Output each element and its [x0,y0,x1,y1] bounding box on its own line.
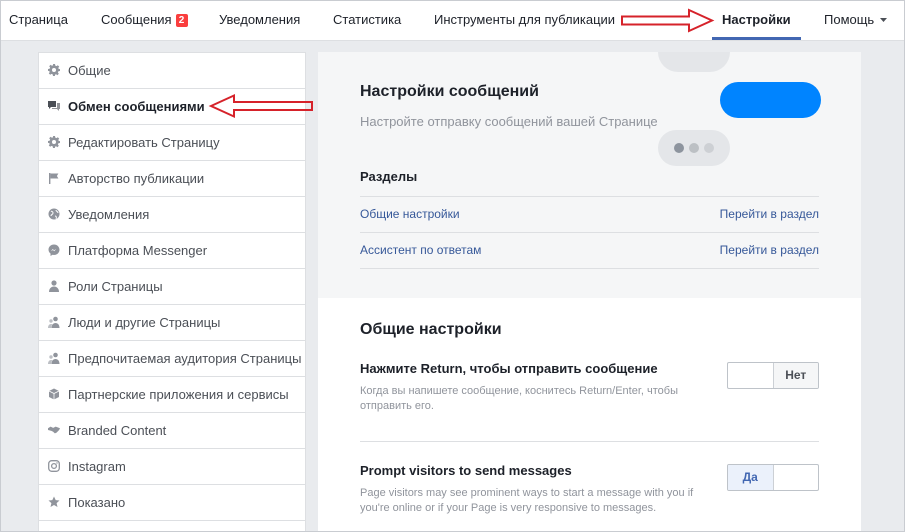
section-link-row: Общие настройки Перейти в раздел [360,206,819,222]
chat-icon [48,100,60,112]
sidebar-item-label: Партнерские приложения и сервисы [68,387,289,402]
tab-label: Сообщения [101,12,172,27]
setting-title: Prompt visitors to send messages [360,463,572,478]
sidebar-item-instagram[interactable]: Instagram [39,449,305,485]
tab-page[interactable]: Страница [9,0,68,40]
tab-statistics[interactable]: Статистика [333,0,401,40]
sidebar-item-messenger-platform[interactable]: Платформа Messenger [39,233,305,269]
page-frame: Страница Сообщения 2 Уведомления Статисти… [0,0,905,532]
sidebar-item-edit-page[interactable]: Редактировать Страницу [39,125,305,161]
section-link-response-assistant[interactable]: Ассистент по ответам [360,242,481,258]
sidebar-item-featured[interactable]: Показано [39,485,305,521]
setting-description: Когда вы напишете сообщение, коснитесь R… [360,385,678,412]
sidebar-item-people-and-pages[interactable]: Люди и другие Страницы [39,305,305,341]
sidebar-item-label: Уведомления [68,207,150,222]
flag-icon [48,172,60,184]
sidebar-item-label: Обмен сообщениями [68,99,205,114]
settings-sidebar: Общие Обмен сообщениями Редактировать Ст… [38,52,306,532]
divider [360,441,819,442]
top-navigation: Страница Сообщения 2 Уведомления Статисти… [0,0,905,41]
sidebar-item-partner-apps[interactable]: Партнерские приложения и сервисы [39,377,305,413]
typing-dot [704,143,714,153]
sidebar-item-label: Роли Страницы [68,279,163,294]
typing-dot [689,143,699,153]
tab-label: Страница [9,12,68,27]
sidebar-item-branded-content[interactable]: Branded Content [39,413,305,449]
sidebar-item-notifications[interactable]: Уведомления [39,197,305,233]
section-link-row: Ассистент по ответам Перейти в раздел [360,242,819,258]
people-icon [48,316,60,328]
toggle-on-side[interactable] [728,363,773,388]
sidebar-item-label: Авторство публикации [68,171,205,186]
tab-help[interactable]: Помощь [824,0,888,40]
sidebar-item-label: Платформа Messenger [68,243,208,258]
tab-label: Настройки [722,12,791,27]
go-to-section-link[interactable]: Перейти в раздел [720,242,819,258]
prompt-visitors-toggle[interactable]: Да [727,464,819,491]
sections-heading: Разделы [360,169,418,184]
sidebar-item-label: Люди и другие Страницы [68,315,221,330]
typing-indicator-bubble [658,130,730,166]
setting-title: Нажмите Return, чтобы отправить сообщени… [360,361,658,376]
sidebar-item-label: Branded Content [68,423,167,438]
sidebar-item-label: Редактировать Страницу [68,135,220,150]
chat-bubble-blue [720,82,821,118]
toggle-off-side[interactable]: Нет [772,363,818,388]
tab-label: Помощь [824,12,875,27]
sidebar-item-general[interactable]: Общие [39,53,305,89]
person-icon [48,280,60,292]
typing-dot [674,143,684,153]
section-link-general-settings[interactable]: Общие настройки [360,206,460,222]
sidebar-item-label: Показано [68,495,126,510]
globe-icon [48,208,60,220]
tab-label: Статистика [333,12,402,27]
cube-icon [48,388,60,400]
settings-main-panel: Настройки сообщений Настройте отправку с… [318,52,861,532]
toggle-off-side[interactable] [772,465,819,490]
chat-bubble-grey [658,52,730,72]
instagram-icon [48,460,60,472]
people-icon [48,352,60,364]
tab-label: Уведомления [219,12,301,27]
handshake-icon [48,424,60,436]
messenger-icon [48,244,60,256]
divider [360,196,819,197]
divider [360,232,819,233]
caret-down-icon [880,18,888,22]
sidebar-item-label: Предпочитаемая аудитория Страницы [68,351,302,366]
sidebar-item-preferred-audience[interactable]: Предпочитаемая аудитория Страницы [39,341,305,377]
setting-description: Page visitors may see prominent ways to … [360,487,694,514]
unread-count-badge: 2 [175,14,188,27]
tab-notifications[interactable]: Уведомления [219,0,300,40]
tab-messages[interactable]: Сообщения 2 [101,0,188,40]
star-icon [48,496,60,508]
general-settings-heading: Общие настройки [360,321,502,338]
sidebar-item-label: Instagram [68,459,126,474]
go-to-section-link[interactable]: Перейти в раздел [720,206,819,222]
tab-settings[interactable]: Настройки [712,0,801,40]
messaging-intro-section: Настройки сообщений Настройте отправку с… [318,52,861,298]
divider [360,268,819,269]
general-settings-section: Общие настройки Нажмите Return, чтобы от… [318,298,861,532]
sidebar-item-page-roles[interactable]: Роли Страницы [39,269,305,305]
tab-publishing-tools[interactable]: Инструменты для публикации [434,0,615,40]
gear-icon [48,64,60,76]
sidebar-item-messaging[interactable]: Обмен сообщениями [39,89,305,125]
tab-label: Инструменты для публикации [434,12,616,27]
toggle-on-side[interactable]: Да [728,465,773,490]
send-on-return-toggle[interactable]: Нет [727,362,819,389]
sidebar-item-post-attribution[interactable]: Авторство публикации [39,161,305,197]
sidebar-item-label: Общие [68,63,111,78]
gear-icon [48,136,60,148]
